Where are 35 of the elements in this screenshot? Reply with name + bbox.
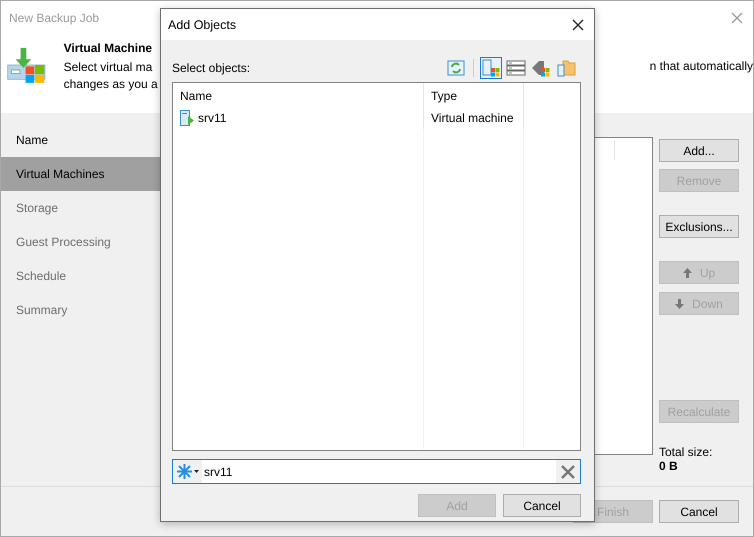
tag-windows-icon — [532, 61, 550, 76]
filter-dropdown[interactable] — [173, 460, 202, 483]
caret-icon — [194, 470, 199, 473]
view-button[interactable] — [480, 57, 502, 79]
search-field[interactable]: srv11 — [172, 459, 581, 484]
folder-icon — [558, 60, 576, 76]
total-size-label: Total size: — [659, 445, 714, 459]
column-header[interactable]: Type — [423, 83, 523, 106]
column-header[interactable]: Name — [173, 83, 423, 106]
up-arrow-icon — [682, 268, 692, 278]
vm-icon — [180, 110, 194, 126]
clear-button[interactable] — [556, 460, 580, 483]
table-cell: Virtual machine — [423, 106, 523, 129]
action-button[interactable]: Add... — [659, 139, 739, 162]
server-windows-icon — [482, 60, 500, 76]
page-title: Virtual Machine — [64, 41, 154, 57]
wizard-step[interactable]: Name — [1, 123, 160, 157]
refresh-icon — [448, 60, 464, 76]
down-arrow-icon — [675, 298, 684, 308]
dialog-button[interactable]: Cancel — [503, 494, 581, 517]
list-icon — [506, 60, 526, 76]
select-objects-label: Select objects: — [172, 61, 250, 75]
window-title: New Backup Job — [9, 11, 100, 25]
page-description: Select virtual ma — [64, 59, 154, 76]
wizard-step[interactable]: Virtual Machines — [1, 157, 160, 191]
dialog-title: Add Objects — [168, 18, 236, 32]
search-input[interactable]: srv11 — [202, 462, 556, 482]
total-size-value: 0 B — [659, 459, 679, 473]
asterisk-icon — [176, 463, 193, 480]
footer-button[interactable]: Cancel — [659, 500, 739, 523]
action-button[interactable]: Exclusions... — [659, 215, 739, 238]
page-description: n that automatically — [650, 59, 753, 75]
table-cell[interactable]: srv11 — [173, 106, 423, 129]
close-icon[interactable] — [572, 18, 584, 30]
clear-icon — [561, 464, 575, 478]
